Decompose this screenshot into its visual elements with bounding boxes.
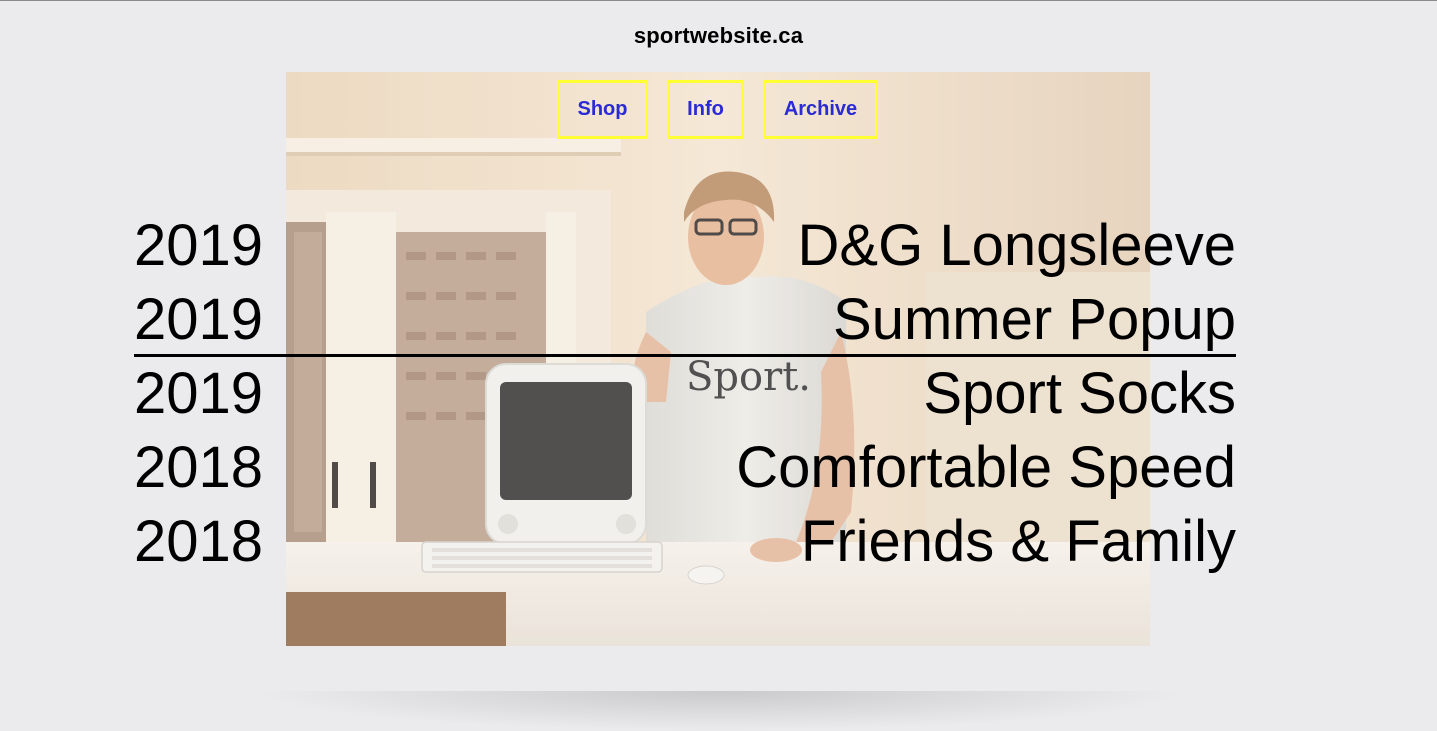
bottom-shadow xyxy=(250,691,1190,731)
archive-row-year: 2019 xyxy=(134,287,264,352)
archive-row-title: Sport Socks xyxy=(923,361,1236,426)
nav-info-link[interactable]: Info xyxy=(667,80,744,139)
nav-archive-link[interactable]: Archive xyxy=(763,80,878,139)
archive-row-year: 2019 xyxy=(134,361,264,426)
nav-shop-link[interactable]: Shop xyxy=(557,80,648,139)
archive-row-year: 2018 xyxy=(134,435,264,500)
archive-row-year: 2018 xyxy=(134,509,264,574)
archive-list: 2019 D&G Longsleeve 2019 Summer Popup 20… xyxy=(134,209,1236,579)
archive-row-title: D&G Longsleeve xyxy=(797,213,1236,278)
archive-row-dg-longsleeve[interactable]: 2019 D&G Longsleeve xyxy=(134,209,1236,283)
nav-info-label: Info xyxy=(687,98,724,120)
archive-row-friends-family[interactable]: 2018 Friends & Family xyxy=(134,505,1236,579)
archive-row-title: Friends & Family xyxy=(800,509,1236,574)
archive-row-year: 2019 xyxy=(134,213,264,278)
archive-row-title: Summer Popup xyxy=(833,287,1236,352)
archive-row-title: Comfortable Speed xyxy=(736,435,1236,500)
nav-archive-label: Archive xyxy=(783,98,858,120)
nav-shop-label: Shop xyxy=(577,98,628,120)
archive-row-sport-socks[interactable]: 2019 Sport Socks xyxy=(134,357,1236,431)
archive-row-comfortable-speed[interactable]: 2018 Comfortable Speed xyxy=(134,431,1236,505)
archive-row-summer-popup[interactable]: 2019 Summer Popup xyxy=(134,283,1236,357)
site-title[interactable]: sportwebsite.ca xyxy=(0,23,1437,49)
